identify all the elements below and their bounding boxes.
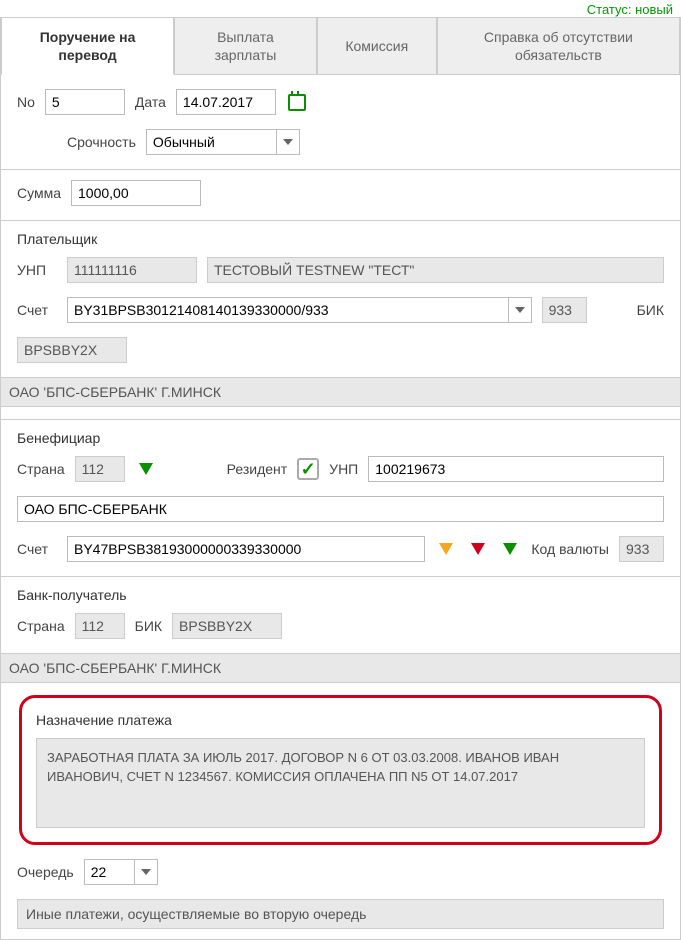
sum-input[interactable] bbox=[71, 180, 201, 206]
chevron-down-icon bbox=[141, 869, 151, 875]
rbank-bic-label: БИК bbox=[135, 618, 162, 634]
status-label: Статус: новый bbox=[0, 0, 681, 17]
ben-country-label: Страна bbox=[17, 461, 65, 477]
tab-label: Поручение на перевод bbox=[20, 28, 155, 64]
recipient-bank-section-title: Банк-получатель bbox=[17, 587, 664, 603]
urgency-label: Срочность bbox=[67, 134, 136, 150]
arrow-down-icon bbox=[471, 543, 485, 555]
ben-unp-input[interactable] bbox=[368, 456, 664, 482]
payer-bank-code bbox=[542, 297, 587, 323]
ben-name-input[interactable] bbox=[17, 496, 664, 522]
date-input[interactable] bbox=[176, 89, 276, 115]
payer-bank-name: ОАО 'БПС-СБЕРБАНК' Г.МИНСК bbox=[1, 377, 680, 407]
ben-unp-label: УНП bbox=[329, 461, 358, 477]
queue-select[interactable] bbox=[84, 859, 158, 885]
no-input[interactable] bbox=[45, 89, 125, 115]
queue-label: Очередь bbox=[17, 864, 74, 880]
urgency-select[interactable] bbox=[146, 129, 300, 155]
ben-acc-pick2-button[interactable] bbox=[467, 538, 489, 560]
payer-acc-input[interactable] bbox=[67, 297, 508, 323]
arrow-down-icon bbox=[503, 543, 517, 555]
payer-acc-label: Счет bbox=[17, 302, 57, 318]
ben-curr-label: Код валюты bbox=[531, 541, 609, 557]
ben-acc-label: Счет bbox=[17, 541, 57, 557]
payer-unp-input bbox=[67, 257, 197, 283]
payer-name-input bbox=[207, 257, 664, 283]
queue-dropdown-button[interactable] bbox=[134, 859, 158, 885]
rbank-country-label: Страна bbox=[17, 618, 65, 634]
ben-acc-pick1-button[interactable] bbox=[435, 538, 457, 560]
queue-input[interactable] bbox=[84, 859, 134, 885]
check-icon: ✓ bbox=[301, 460, 316, 478]
payer-section-title: Плательщик bbox=[17, 231, 664, 247]
arrow-down-icon bbox=[439, 543, 453, 555]
payer-acc-dropdown-button[interactable] bbox=[508, 297, 532, 323]
payer-bic-label: БИК bbox=[637, 302, 664, 318]
tab-label: Выплата зарплаты bbox=[193, 28, 298, 64]
purpose-highlight: Назначение платежа ЗАРАБОТНАЯ ПЛАТА ЗА И… bbox=[19, 695, 662, 845]
ben-resident-checkbox[interactable]: ✓ bbox=[297, 458, 319, 480]
tab-commission[interactable]: Комиссия bbox=[317, 17, 437, 74]
rbank-bic-input bbox=[172, 613, 282, 639]
sum-label: Сумма bbox=[17, 185, 61, 201]
no-label: No bbox=[17, 94, 35, 110]
tab-label: Справка об отсутствии обязательств bbox=[456, 28, 661, 64]
tab-transfer-order[interactable]: Поручение на перевод bbox=[1, 17, 174, 75]
tab-bar: Поручение на перевод Выплата зарплаты Ко… bbox=[1, 17, 680, 75]
payer-acc-select[interactable] bbox=[67, 297, 532, 323]
ben-curr-input bbox=[619, 536, 664, 562]
chevron-down-icon bbox=[515, 307, 525, 313]
tab-certificate[interactable]: Справка об отсутствии обязательств bbox=[437, 17, 680, 74]
ben-country-pick-button[interactable] bbox=[135, 458, 157, 480]
tab-label: Комиссия bbox=[345, 37, 408, 55]
ben-acc-input[interactable] bbox=[67, 536, 425, 562]
payer-unp-label: УНП bbox=[17, 262, 57, 278]
rbank-country-input bbox=[75, 613, 125, 639]
calendar-icon[interactable] bbox=[286, 91, 308, 113]
purpose-title: Назначение платежа bbox=[36, 712, 645, 728]
purpose-text: ЗАРАБОТНАЯ ПЛАТА ЗА ИЮЛЬ 2017. ДОГОВОР N… bbox=[36, 738, 645, 828]
date-label: Дата bbox=[135, 94, 166, 110]
ben-acc-pick3-button[interactable] bbox=[499, 538, 521, 560]
payer-bic-input bbox=[17, 337, 127, 363]
ben-resident-label: Резидент bbox=[227, 461, 288, 477]
urgency-dropdown-button[interactable] bbox=[276, 129, 300, 155]
queue-description: Иные платежи, осуществляемые во вторую о… bbox=[17, 899, 664, 929]
arrow-down-icon bbox=[139, 463, 153, 475]
ben-country-input bbox=[75, 456, 125, 482]
rbank-name: ОАО 'БПС-СБЕРБАНК' Г.МИНСК bbox=[1, 653, 680, 683]
tab-salary-payment[interactable]: Выплата зарплаты bbox=[174, 17, 317, 74]
beneficiary-section-title: Бенефициар bbox=[17, 430, 664, 446]
chevron-down-icon bbox=[283, 139, 293, 145]
urgency-value[interactable] bbox=[146, 129, 276, 155]
